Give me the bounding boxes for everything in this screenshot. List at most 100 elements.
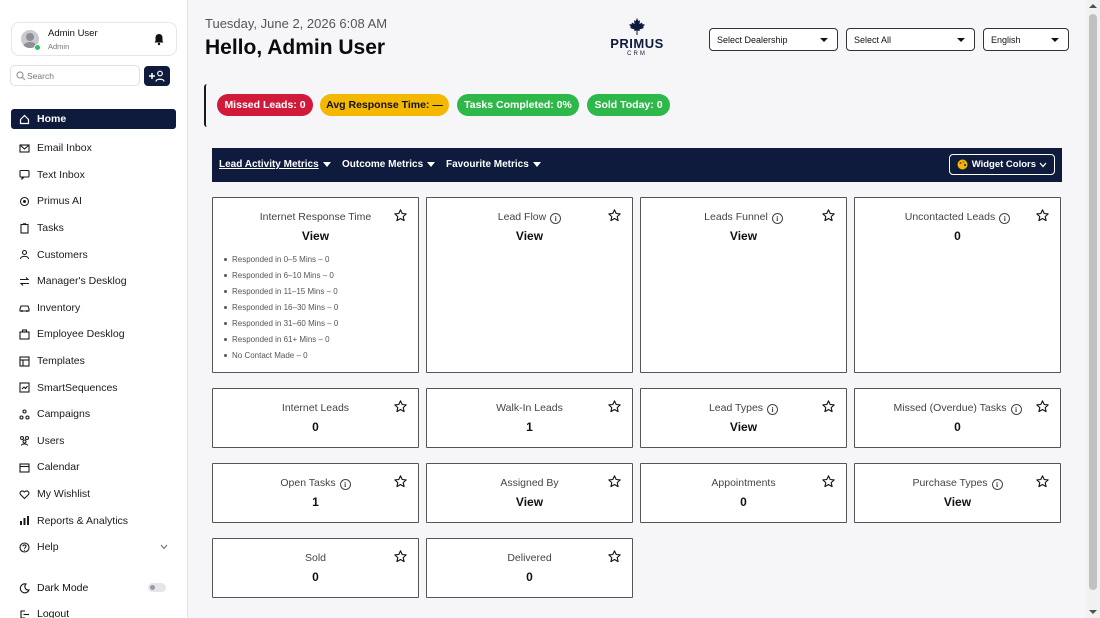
card-view-link[interactable]: View [641,420,846,434]
add-user-button[interactable] [144,66,170,86]
sidebar-item-employee-desklog[interactable]: Employee Desklog [11,321,176,348]
star-icon[interactable] [1036,209,1049,227]
message-icon [19,169,30,181]
star-icon[interactable] [394,209,407,227]
sidebar-item-label: Users [37,434,65,447]
template-icon [19,355,30,367]
metric-card-assigned-by: Assigned By View [426,463,633,523]
sidebar-item-smartsequences[interactable]: SmartSequences [11,374,176,401]
info-icon[interactable]: i [999,213,1011,224]
kpi-badge[interactable]: Sold Today: 0 [587,94,670,116]
sidebar-item-inventory[interactable]: Inventory [11,295,176,322]
info-icon[interactable]: i [771,213,783,224]
sidebar-item-tasks[interactable]: Tasks [11,215,176,242]
metric-card-appointments: Appointments 0 [640,463,847,523]
star-icon[interactable] [608,209,621,227]
logout-link[interactable]: Logout [11,606,176,618]
star-icon[interactable] [1036,475,1049,493]
widget-colors-label: Widget Colors [971,159,1036,170]
sidebar-item-help[interactable]: Help [11,534,176,561]
sidebar-item-campaigns[interactable]: Campaigns [11,401,176,428]
tab-label: Lead Activity Metrics [219,159,319,170]
sidebar-item-customers[interactable]: Customers [11,241,176,268]
star-icon[interactable] [1036,400,1049,418]
card-title: Internet Leads [213,402,418,414]
info-icon[interactable]: i [339,479,351,490]
dealership-select[interactable]: Select Dealership [709,28,838,51]
info-icon[interactable]: i [991,479,1003,490]
logout-icon [19,609,30,618]
tab-lead-activity-metrics[interactable]: Lead Activity Metrics [219,159,331,170]
logo-wordmark: PRIMUS [610,36,664,51]
kpi-badge[interactable]: Avg Response Time: — [320,94,449,116]
card-view-link[interactable]: View [213,229,418,243]
list-item: Responded in 6–10 Mins – 0 [224,267,338,283]
badge-bar-accent [204,84,208,127]
sidebar-item-primus-ai[interactable]: Primus AI [11,188,176,215]
list-item: Responded in 61+ Mins – 0 [224,331,338,347]
sidebar-item-text-inbox[interactable]: Text Inbox [11,162,176,189]
card-title: Delivered [427,552,632,564]
metric-card-uncontacted-leads: Uncontacted Leads i 0 [854,197,1061,373]
metric-card-internet-leads: Internet Leads 0 [212,388,419,448]
card-title-text: Purchase Types [912,477,988,489]
star-icon[interactable] [394,400,407,418]
sidebar: Admin User Admin Home Email Inbox Text Inb… [0,0,188,618]
star-icon[interactable] [822,209,835,227]
scroll-thumb[interactable] [1089,14,1097,590]
sidebar-item-label: Calendar [37,461,80,474]
card-view-link[interactable]: View [427,229,632,243]
info-icon[interactable]: i [550,213,562,224]
language-select[interactable]: English [983,28,1069,51]
tab-outcome-metrics[interactable]: Outcome Metrics [342,159,436,170]
card-view-link[interactable]: View [855,495,1060,509]
sidebar-nav: Home Email Inbox Text Inbox Primus AI Tasks C… [11,109,176,561]
search-icon [16,71,26,81]
sidebar-item-label: Help [37,541,59,554]
sidebar-item-home[interactable]: Home [11,109,176,129]
kpi-badge[interactable]: Missed Leads: 0 [217,94,313,116]
sidebar-item-my-wishlist[interactable]: My Wishlist [11,481,176,508]
dark-mode-toggle[interactable] [148,583,166,592]
kpi-badge[interactable]: Tasks Completed: 0% [457,94,579,116]
search-input[interactable] [27,68,137,84]
star-icon[interactable] [608,550,621,568]
metric-card-lead-types: Lead Types i View [640,388,847,448]
dark-mode-row[interactable]: Dark Mode [11,579,176,597]
tab-favourite-metrics[interactable]: Favourite Metrics [446,159,541,170]
bell-icon[interactable] [152,32,166,46]
scope-select[interactable]: Select All [846,28,975,51]
maple-leaf-icon [629,18,645,35]
info-icon[interactable]: i [1010,404,1022,415]
sidebar-item-label: Employee Desklog [37,328,125,341]
chevron-down-icon[interactable] [160,543,168,552]
star-icon[interactable] [608,400,621,418]
card-view-link[interactable]: View [427,495,632,509]
card-view-link[interactable]: View [641,229,846,243]
star-icon[interactable] [822,400,835,418]
sidebar-item-users[interactable]: Users [11,428,176,455]
sidebar-item-templates[interactable]: Templates [11,348,176,375]
sidebar-item-manager-s-desklog[interactable]: Manager's Desklog [11,268,176,295]
card-title-text: Leads Funnel [704,211,768,223]
star-icon[interactable] [394,475,407,493]
briefcase-icon [19,329,30,340]
user-card[interactable]: Admin User Admin [11,22,177,56]
info-icon[interactable]: i [767,404,779,415]
sidebar-item-reports-analytics[interactable]: Reports & Analytics [11,507,176,534]
search-box[interactable] [10,65,140,86]
heart-icon [19,489,30,500]
scroll-down-arrow[interactable] [1089,610,1097,614]
star-icon[interactable] [394,550,407,568]
list-item: Responded in 31–60 Mins – 0 [224,315,338,331]
star-icon[interactable] [608,475,621,493]
star-icon[interactable] [822,475,835,493]
widget-colors-button[interactable]: Widget Colors [948,154,1055,175]
page-scrollbar[interactable] [1086,0,1100,618]
sidebar-item-calendar[interactable]: Calendar [11,454,176,481]
card-value: 0 [954,229,961,243]
scroll-up-arrow[interactable] [1089,4,1097,8]
sidebar-item-label: Manager's Desklog [37,275,127,288]
sidebar-item-email-inbox[interactable]: Email Inbox [11,135,176,162]
campaign-icon [19,409,30,420]
